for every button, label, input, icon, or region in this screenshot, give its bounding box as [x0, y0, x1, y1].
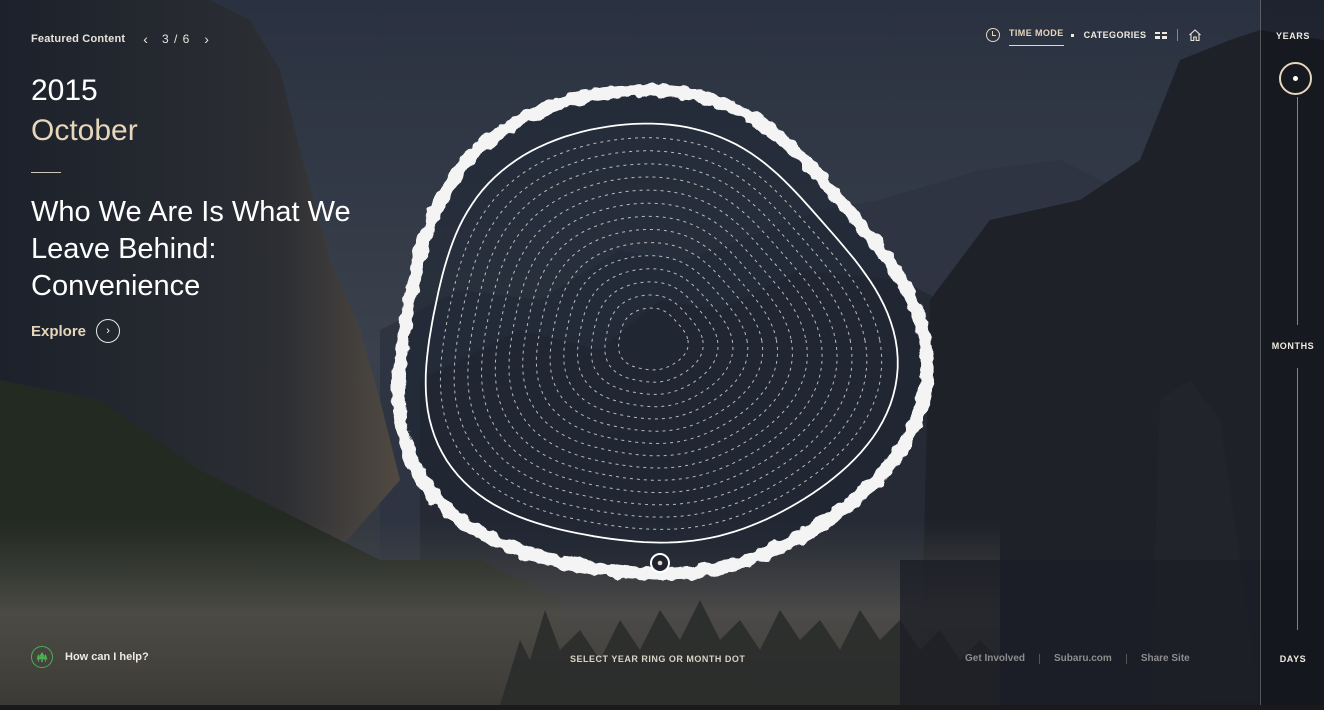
chevron-right-icon[interactable]: ›	[204, 32, 209, 46]
story-headline: Who We Are Is What We Leave Behind: Conv…	[31, 196, 351, 302]
featured-content-label: Featured Content	[31, 33, 126, 45]
bottom-bar	[0, 705, 1324, 710]
explore-label: Explore	[31, 322, 87, 340]
tree-ring-visualization[interactable]	[0, 0, 1324, 705]
footer-divider	[1039, 653, 1041, 664]
instruction-hint: SELECT YEAR RING OR MONTH DOT	[570, 654, 746, 664]
timeline-track-lower	[1297, 368, 1298, 630]
footer-divider	[1125, 653, 1127, 664]
time-scale-slider[interactable]: YEARS MONTHS DAYS	[1260, 0, 1324, 705]
month-dot-center	[657, 560, 663, 566]
chevron-left-icon[interactable]: ‹	[143, 32, 148, 46]
help-label: How can I help?	[65, 651, 149, 663]
clock-icon	[986, 28, 1000, 42]
chevron-right-circle-icon: ›	[96, 319, 121, 343]
timeline-track-upper	[1297, 97, 1298, 325]
nav-divider	[1177, 29, 1179, 41]
link-share-site[interactable]: Share Site	[1141, 653, 1190, 664]
link-get-involved[interactable]: Get Involved	[965, 653, 1025, 664]
featured-content-pager: Featured Content ‹ 3 / 6 ›	[31, 32, 209, 46]
story-month: October	[31, 114, 138, 147]
main-stage: Featured Content ‹ 3 / 6 › 2015 October …	[0, 0, 1324, 705]
home-icon[interactable]	[1188, 28, 1202, 42]
separator-dot	[1070, 33, 1074, 37]
timeline-days-label[interactable]: DAYS	[1261, 654, 1324, 664]
timeline-years-label[interactable]: YEARS	[1261, 31, 1324, 41]
trees-icon	[31, 646, 53, 668]
help-button[interactable]: How can I help?	[31, 646, 149, 668]
tab-time-mode[interactable]: TIME MODE	[1009, 28, 1064, 46]
footer-links: Get Involved Subaru.com Share Site	[965, 653, 1190, 664]
divider	[31, 172, 61, 173]
featured-counter: 3 / 6	[161, 32, 191, 46]
tab-categories[interactable]: CATEGORIES	[1084, 30, 1147, 40]
top-navigation: TIME MODE CATEGORIES	[986, 28, 1202, 46]
explore-button[interactable]: Explore ›	[31, 319, 121, 343]
ring-interior	[403, 95, 922, 570]
grid-icon[interactable]	[1155, 31, 1168, 39]
timeline-slider-handle[interactable]	[1279, 62, 1312, 95]
link-subaru-com[interactable]: Subaru.com	[1054, 653, 1112, 664]
timeline-months-label[interactable]: MONTHS	[1261, 341, 1324, 351]
story-year: 2015	[31, 74, 98, 107]
